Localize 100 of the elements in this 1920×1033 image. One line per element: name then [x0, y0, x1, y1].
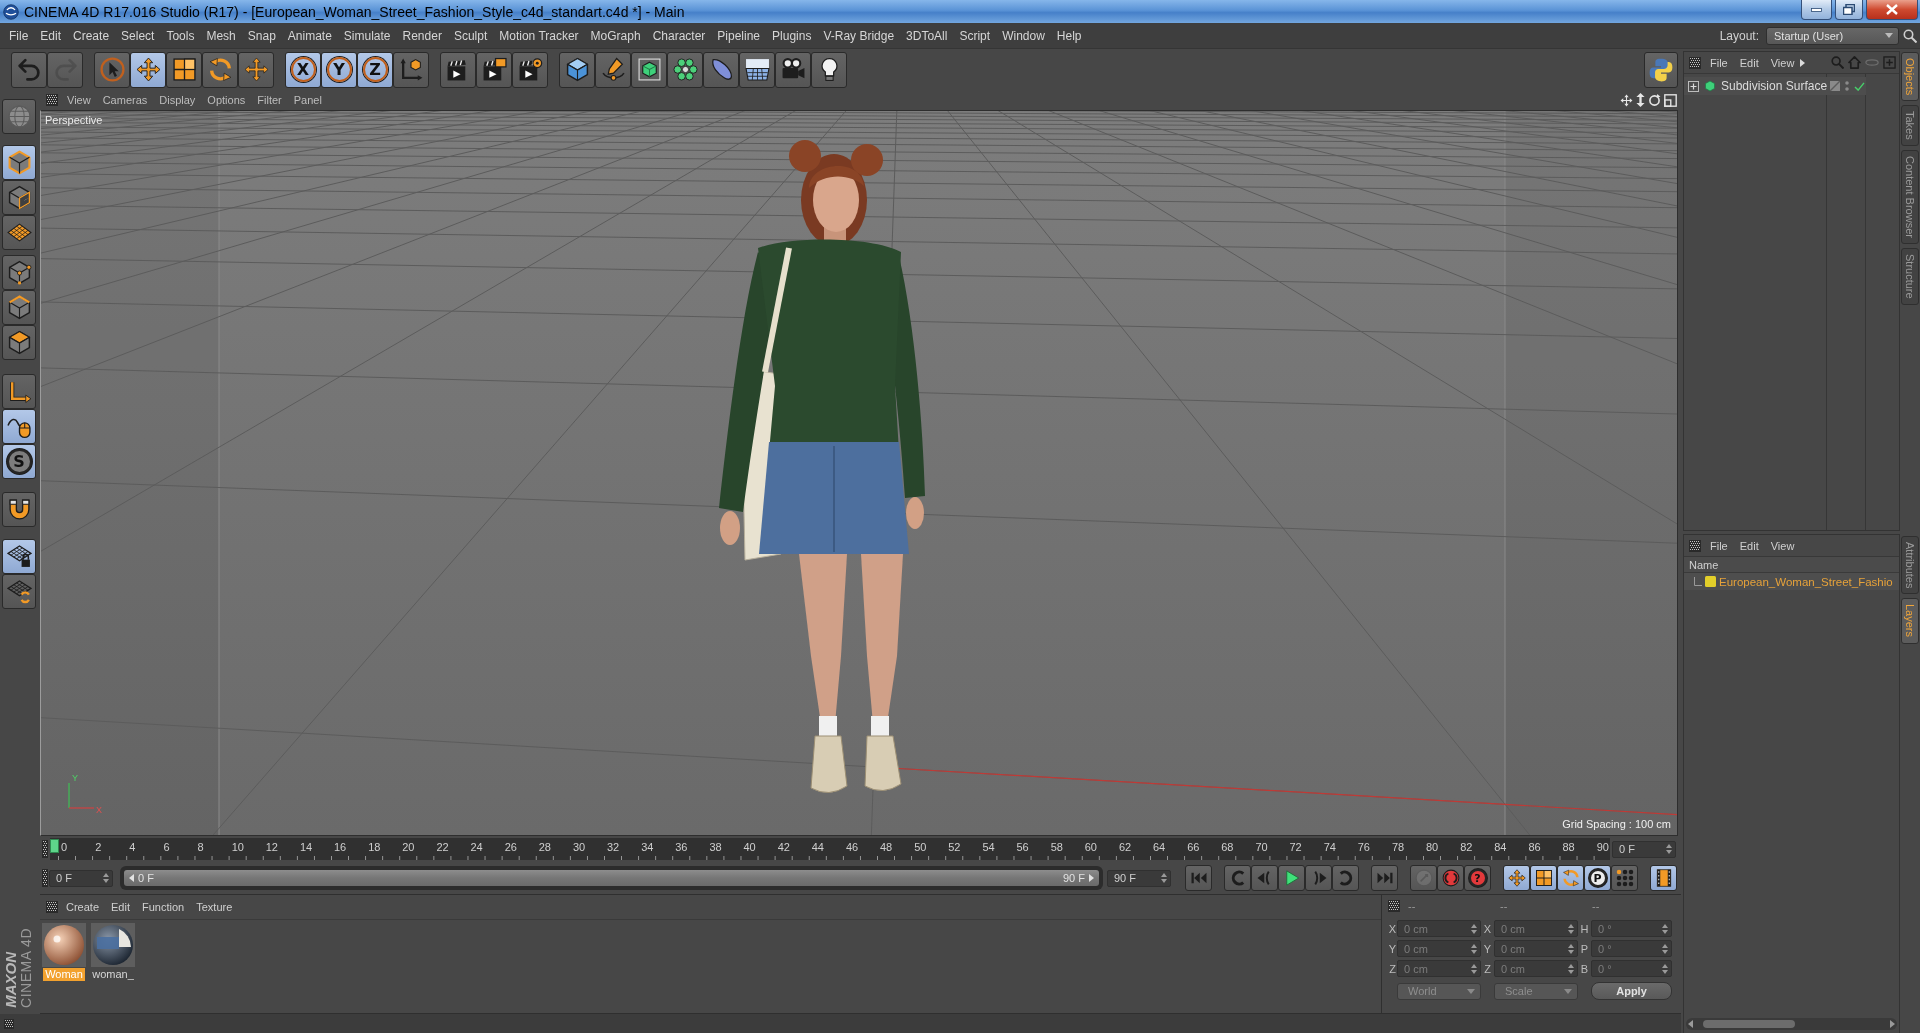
grip-icon[interactable] [1689, 539, 1701, 552]
menu-item[interactable]: Render [396, 28, 448, 43]
object-name[interactable]: Subdivision Surface [1721, 79, 1825, 93]
menu-item[interactable]: Tools [160, 28, 201, 43]
layers-menu-item[interactable]: File [1704, 539, 1734, 552]
scroll-left-icon[interactable] [1688, 1020, 1693, 1028]
cube-object-button[interactable] [559, 51, 595, 88]
material-menu-item[interactable]: Edit [105, 901, 136, 913]
material-menu-item[interactable]: Texture [190, 901, 239, 913]
menu-item[interactable]: Script [953, 28, 997, 43]
menu-item[interactable]: Snap [241, 28, 282, 43]
right-triangle-icon[interactable] [1089, 874, 1094, 882]
objects-menu-item[interactable]: Edit [1733, 56, 1765, 69]
globe-tool-button[interactable] [2, 99, 36, 134]
menu-item[interactable]: Character [646, 28, 712, 43]
grip-icon[interactable] [4, 1018, 14, 1029]
object-row[interactable]: Subdivision Surface [1684, 77, 1866, 95]
workplane-mode-button[interactable] [2, 215, 36, 250]
visibility-dots-icon[interactable] [1845, 81, 1849, 91]
playhead-marker[interactable] [50, 839, 59, 853]
camera-object-button[interactable] [775, 51, 811, 88]
menu-item[interactable]: V-Ray Bridge [817, 28, 901, 43]
render-picture-button[interactable] [476, 51, 512, 88]
horizontal-scrollbar[interactable] [1686, 1018, 1897, 1030]
script-button[interactable] [1644, 51, 1678, 88]
restore-button[interactable] [1835, 0, 1863, 20]
side-tab[interactable]: Structure [1901, 248, 1919, 305]
previous-key-button[interactable] [1224, 865, 1251, 891]
light-object-button[interactable] [811, 51, 847, 88]
snap-button[interactable] [2, 492, 36, 527]
material-sphere-icon[interactable] [91, 923, 135, 967]
points-mode-button[interactable] [2, 255, 36, 290]
left-triangle-icon[interactable] [129, 874, 134, 882]
viewport-menu-item[interactable]: Cameras [96, 94, 154, 106]
layout-dropdown[interactable]: Startup (User) [1766, 26, 1899, 45]
menu-item[interactable]: Mesh [200, 28, 242, 43]
side-tab[interactable]: Layers [1901, 598, 1919, 644]
autokey-button[interactable] [1437, 865, 1464, 891]
deformer-button[interactable] [703, 51, 739, 88]
polygons-mode-button[interactable] [2, 325, 36, 360]
menu-item[interactable]: Motion Tracker [493, 28, 585, 43]
move-arrows-icon[interactable] [1620, 93, 1633, 107]
scroll-right-icon[interactable] [1890, 1020, 1895, 1028]
axis-mode-button[interactable] [2, 374, 36, 409]
start-frame-field[interactable]: 0 F [49, 869, 113, 887]
timeline-ruler[interactable]: 0 2 4 6 8 10 12 14 16 18 20 22 24 26 28 30 32 34 36 38 40 42 44 46 48 50 52 54 56 58 60 62 64 66 68 70 72 74 76 78 80 82 84 86 88 90 [50, 838, 1610, 860]
name-column-header[interactable]: Name [1684, 557, 1899, 573]
grip-icon[interactable] [46, 901, 58, 913]
apply-button[interactable]: Apply [1591, 982, 1672, 1000]
material-menu-item[interactable]: Create [60, 901, 106, 913]
next-key-button[interactable] [1332, 865, 1359, 891]
side-tab[interactable]: Objects [1901, 52, 1919, 102]
menu-item[interactable]: Create [67, 28, 116, 43]
workplane-lock-button[interactable] [2, 539, 36, 574]
material-menu-item[interactable]: Function [136, 901, 191, 913]
expand-box-icon[interactable] [1688, 80, 1699, 92]
key-point-level-button[interactable] [1611, 865, 1638, 891]
up-down-arrows-icon[interactable] [1636, 93, 1645, 107]
menu-item[interactable]: Plugins [766, 28, 818, 43]
key-selection-button[interactable]: ? [1464, 865, 1491, 891]
menu-item[interactable]: Animate [281, 28, 338, 43]
side-tab[interactable]: Takes [1901, 105, 1919, 147]
recent-tool-button[interactable] [238, 51, 274, 88]
layer-color-swatch[interactable] [1705, 576, 1716, 587]
menu-item[interactable]: Edit [34, 28, 68, 43]
menu-item[interactable]: Simulate [337, 28, 397, 43]
edges-mode-button[interactable] [2, 290, 36, 325]
scale-tool-button[interactable] [166, 51, 202, 88]
menu-item[interactable]: Window [996, 28, 1051, 43]
key-rotation-button[interactable] [1557, 865, 1584, 891]
side-tab[interactable]: Content Browser [1901, 150, 1919, 244]
key-scale-button[interactable] [1530, 865, 1557, 891]
check-icon[interactable] [1854, 81, 1865, 91]
rotate-tool-button[interactable] [202, 51, 238, 88]
menu-item[interactable]: 3DToAll [900, 28, 954, 43]
viewport-menu-item[interactable]: Options [201, 94, 252, 106]
menu-item[interactable]: File [3, 28, 35, 43]
close-button[interactable] [1866, 0, 1918, 20]
key-position-button[interactable] [1503, 865, 1530, 891]
axis-lock-button[interactable]: Y [321, 51, 357, 88]
move-tool-button[interactable] [130, 51, 166, 88]
coordinate-system-button[interactable] [393, 51, 429, 88]
workplane-align-button[interactable] [2, 574, 36, 609]
viewport-canvas[interactable]: Perspective Y X Grid Spacing : 100 cm [40, 110, 1678, 836]
viewport-menu-item[interactable]: View [61, 94, 97, 106]
grip-icon[interactable] [42, 869, 48, 887]
viewport-menu-item[interactable]: Filter [251, 94, 288, 106]
menu-item[interactable]: Sculpt [447, 28, 494, 43]
texture-mode-button[interactable] [2, 180, 36, 215]
orbit-icon[interactable] [1648, 93, 1661, 107]
grip-icon[interactable] [46, 94, 58, 106]
side-tab[interactable]: Attributes [1901, 536, 1919, 595]
material-name[interactable]: woman_ [90, 968, 136, 981]
cloner-button[interactable] [667, 51, 703, 88]
axis-lock-button[interactable]: X [285, 51, 321, 88]
axis-lock-button[interactable]: Z [357, 51, 393, 88]
render-view-button[interactable] [440, 51, 476, 88]
grip-icon[interactable] [42, 840, 48, 858]
menu-item[interactable]: Select [115, 28, 161, 43]
solo-button[interactable]: S [2, 444, 36, 479]
